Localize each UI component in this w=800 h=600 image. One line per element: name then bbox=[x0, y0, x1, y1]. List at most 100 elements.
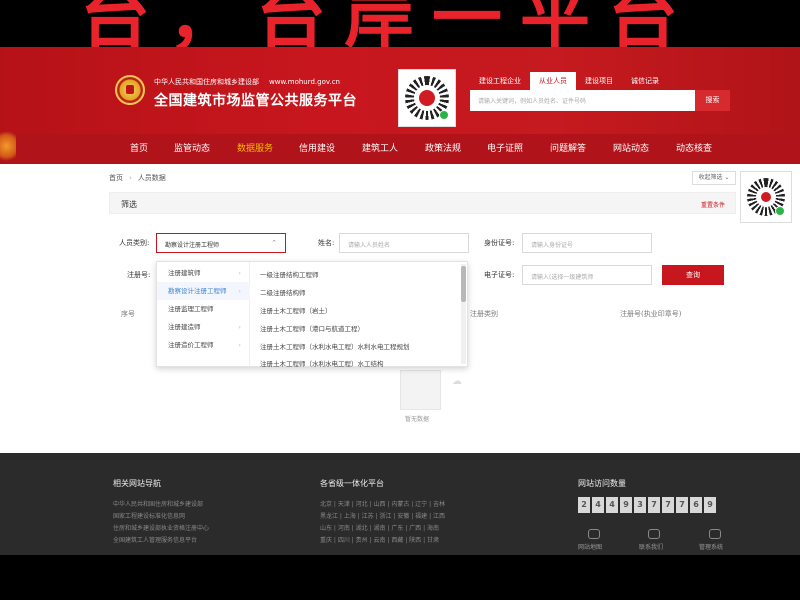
search-input[interactable]: 请输入关键词，例如人员姓名、证件号码 bbox=[470, 90, 695, 111]
name-label: 姓名: bbox=[318, 239, 335, 247]
cert-placeholder: 请输入(选择一级建筑师 bbox=[531, 274, 594, 281]
breadcrumb: 首页 › 人员数据 bbox=[109, 174, 166, 182]
filter-title: 筛选 bbox=[121, 200, 137, 209]
reset-filter-link[interactable]: 重置条件 bbox=[701, 200, 725, 209]
cascader-sub-option[interactable]: 注册土木工程师（港口与航道工程） bbox=[260, 323, 364, 333]
footer-province-title: 各省级一体化平台 bbox=[320, 479, 384, 488]
province-links[interactable]: 北京 | 天津 | 河北 | 山西 | 内蒙古 | 辽宁 | 吉林 bbox=[320, 499, 445, 508]
province-links[interactable]: 山东 | 河南 | 湖北 | 湖南 | 广东 | 广西 | 海南 bbox=[320, 523, 439, 532]
cascader-option[interactable]: 注册监理工程师 bbox=[157, 300, 250, 318]
counter-digit: 2 bbox=[578, 497, 590, 513]
admin-link[interactable]: 管理系统 bbox=[699, 542, 723, 551]
counter-digit: 4 bbox=[606, 497, 618, 513]
footer-visits-title: 网站访问数量 bbox=[578, 479, 626, 488]
category-select[interactable]: 勘察设计注册工程师 ⌃ bbox=[156, 233, 286, 253]
cascader-sub-option[interactable]: 注册土木工程师（水利水电工程）水利水电工程规划 bbox=[260, 341, 410, 351]
cascader-sub-option[interactable]: 注册土木工程师（水利水电工程）水工结构 bbox=[260, 358, 384, 368]
chevron-right-icon: › bbox=[238, 287, 241, 295]
site-header: 中华人民共和国住房和城乡建设部 www.mohurd.gov.cn 全国建筑市场监… bbox=[0, 47, 800, 134]
query-button[interactable]: 查询 bbox=[662, 265, 724, 285]
scrollbar-thumb[interactable] bbox=[461, 266, 466, 302]
footer-link[interactable]: 住房和城乡建设部执业资格注册中心 bbox=[113, 523, 209, 532]
floating-qr-code-icon bbox=[740, 171, 792, 223]
counter-digit: 9 bbox=[620, 497, 632, 513]
breadcrumb-current: 人员数据 bbox=[137, 174, 166, 182]
counter-digit: 7 bbox=[676, 497, 688, 513]
nav-item-faq[interactable]: 问题解答 bbox=[550, 134, 586, 164]
banner-text: 台，台岸一平台 bbox=[80, 0, 696, 47]
table-header-cert: 注册号(执业印章号) bbox=[620, 310, 682, 318]
name-input[interactable]: 请输入人员姓名 bbox=[339, 233, 469, 253]
chat-icon[interactable] bbox=[648, 529, 660, 539]
nav-item-supervision[interactable]: 监管动态 bbox=[174, 134, 210, 164]
sitemap-icon[interactable] bbox=[588, 529, 600, 539]
search-tab-personnel[interactable]: 从业人员 bbox=[530, 72, 576, 90]
admin-icon[interactable] bbox=[709, 529, 721, 539]
id-input[interactable]: 请输入身份证号 bbox=[522, 233, 652, 253]
nav-item-policy[interactable]: 政策法规 bbox=[425, 134, 461, 164]
filter-panel-header: 筛选 重置条件 bbox=[109, 192, 736, 214]
nav-item-credit[interactable]: 信用建设 bbox=[299, 134, 335, 164]
cascader-option[interactable]: 注册建筑师 › bbox=[157, 264, 250, 282]
category-label: 人员类别: bbox=[119, 239, 150, 247]
search-placeholder: 请输入关键词，例如人员姓名、证件号码 bbox=[478, 98, 587, 105]
cascader-sub-option[interactable]: 二级注册结构师 bbox=[260, 287, 306, 297]
id-placeholder: 请输入身份证号 bbox=[531, 242, 574, 249]
cloud-icon: ☁ bbox=[452, 376, 462, 387]
counter-digit: 4 bbox=[592, 497, 604, 513]
province-links[interactable]: 黑龙江 | 上海 | 江苏 | 浙江 | 安徽 | 福建 | 江西 bbox=[320, 511, 445, 520]
main-nav: 首页 监管动态 数据服务 信用建设 建筑工人 政策法规 电子证照 问题解答 网站… bbox=[0, 134, 800, 164]
breadcrumb-home[interactable]: 首页 bbox=[109, 174, 123, 182]
cascader-sub-option[interactable]: 一级注册结构工程师 bbox=[260, 269, 319, 279]
counter-digit: 6 bbox=[690, 497, 702, 513]
category-cascader-dropdown: 注册建筑师 › 勘察设计注册工程师 › 注册监理工程师 注册建造师 › 注册造价工程师… bbox=[156, 261, 468, 368]
counter-digit: 9 bbox=[704, 497, 716, 513]
table-header-category: 注册类别 bbox=[470, 310, 498, 318]
footer-link[interactable]: 全国建筑工人管理服务信息平台 bbox=[113, 535, 197, 544]
cascader-sub-option[interactable]: 注册土木工程师（岩土） bbox=[260, 305, 332, 315]
counter-digit: 3 bbox=[634, 497, 646, 513]
search-tab-project[interactable]: 建设项目 bbox=[576, 72, 622, 90]
nav-item-e-license[interactable]: 电子证照 bbox=[487, 134, 523, 164]
ministry-url[interactable]: www.mohurd.gov.cn bbox=[269, 78, 340, 86]
nav-item-verification[interactable]: 动态核查 bbox=[676, 134, 712, 164]
category-value: 勘察设计注册工程师 bbox=[165, 242, 220, 249]
national-emblem-icon bbox=[115, 75, 145, 105]
cert-input[interactable]: 请输入(选择一级建筑师 bbox=[522, 265, 652, 285]
sitemap-link[interactable]: 网站地图 bbox=[578, 542, 602, 551]
bottom-letterbox bbox=[0, 555, 800, 600]
overlay-banner: 台，台岸一平台 bbox=[0, 0, 800, 47]
nav-item-workers[interactable]: 建筑工人 bbox=[362, 134, 398, 164]
footer-nav-title: 相关网站导航 bbox=[113, 479, 161, 488]
table-header-index: 序号 bbox=[121, 310, 135, 318]
province-links[interactable]: 重庆 | 四川 | 贵州 | 云南 | 西藏 | 陕西 | 甘肃 bbox=[320, 535, 439, 544]
search-tab-credit[interactable]: 诚信记录 bbox=[622, 72, 668, 90]
visit-counter: 2 4 4 9 3 7 7 7 6 9 bbox=[578, 497, 716, 513]
platform-title: 全国建筑市场监管公共服务平台 bbox=[154, 93, 357, 109]
search-tab-enterprise[interactable]: 建设工程企业 bbox=[470, 72, 530, 90]
nav-item-home[interactable]: 首页 bbox=[130, 134, 148, 164]
chevron-up-icon: ⌃ bbox=[271, 239, 277, 247]
search-tabs: 建设工程企业 从业人员 建设项目 诚信记录 bbox=[470, 72, 668, 90]
cert-label: 电子证号: bbox=[484, 271, 515, 279]
contact-link[interactable]: 联系我们 bbox=[639, 542, 663, 551]
cascader-option-active[interactable]: 勘察设计注册工程师 › bbox=[157, 282, 250, 300]
footer-link[interactable]: 中华人民共和国住房和城乡建设部 bbox=[113, 499, 203, 508]
nav-item-data-service[interactable]: 数据服务 bbox=[237, 134, 273, 164]
chevron-right-icon: › bbox=[238, 341, 241, 349]
name-placeholder: 请输入人员姓名 bbox=[348, 242, 391, 249]
cascader-option[interactable]: 注册建造师 › bbox=[157, 318, 250, 336]
nav-item-site-news[interactable]: 网站动态 bbox=[613, 134, 649, 164]
collapse-filter-button[interactable]: 收起筛选 ⌄ bbox=[692, 171, 736, 185]
counter-digit: 7 bbox=[662, 497, 674, 513]
ministry-name: 中华人民共和国住房和城乡建设部 www.mohurd.gov.cn bbox=[154, 77, 340, 87]
dropdown-scrollbar[interactable] bbox=[461, 264, 466, 364]
cascader-option[interactable]: 注册造价工程师 › bbox=[157, 336, 250, 354]
reg-label: 注册号: bbox=[127, 271, 151, 279]
footer-link[interactable]: 国家工程建设标准化信息网 bbox=[113, 511, 185, 520]
id-label: 身份证号: bbox=[484, 239, 515, 247]
counter-digit: 7 bbox=[648, 497, 660, 513]
search-button[interactable]: 搜索 bbox=[695, 90, 730, 111]
chevron-right-icon: › bbox=[238, 269, 241, 277]
qr-code-icon bbox=[398, 69, 456, 127]
